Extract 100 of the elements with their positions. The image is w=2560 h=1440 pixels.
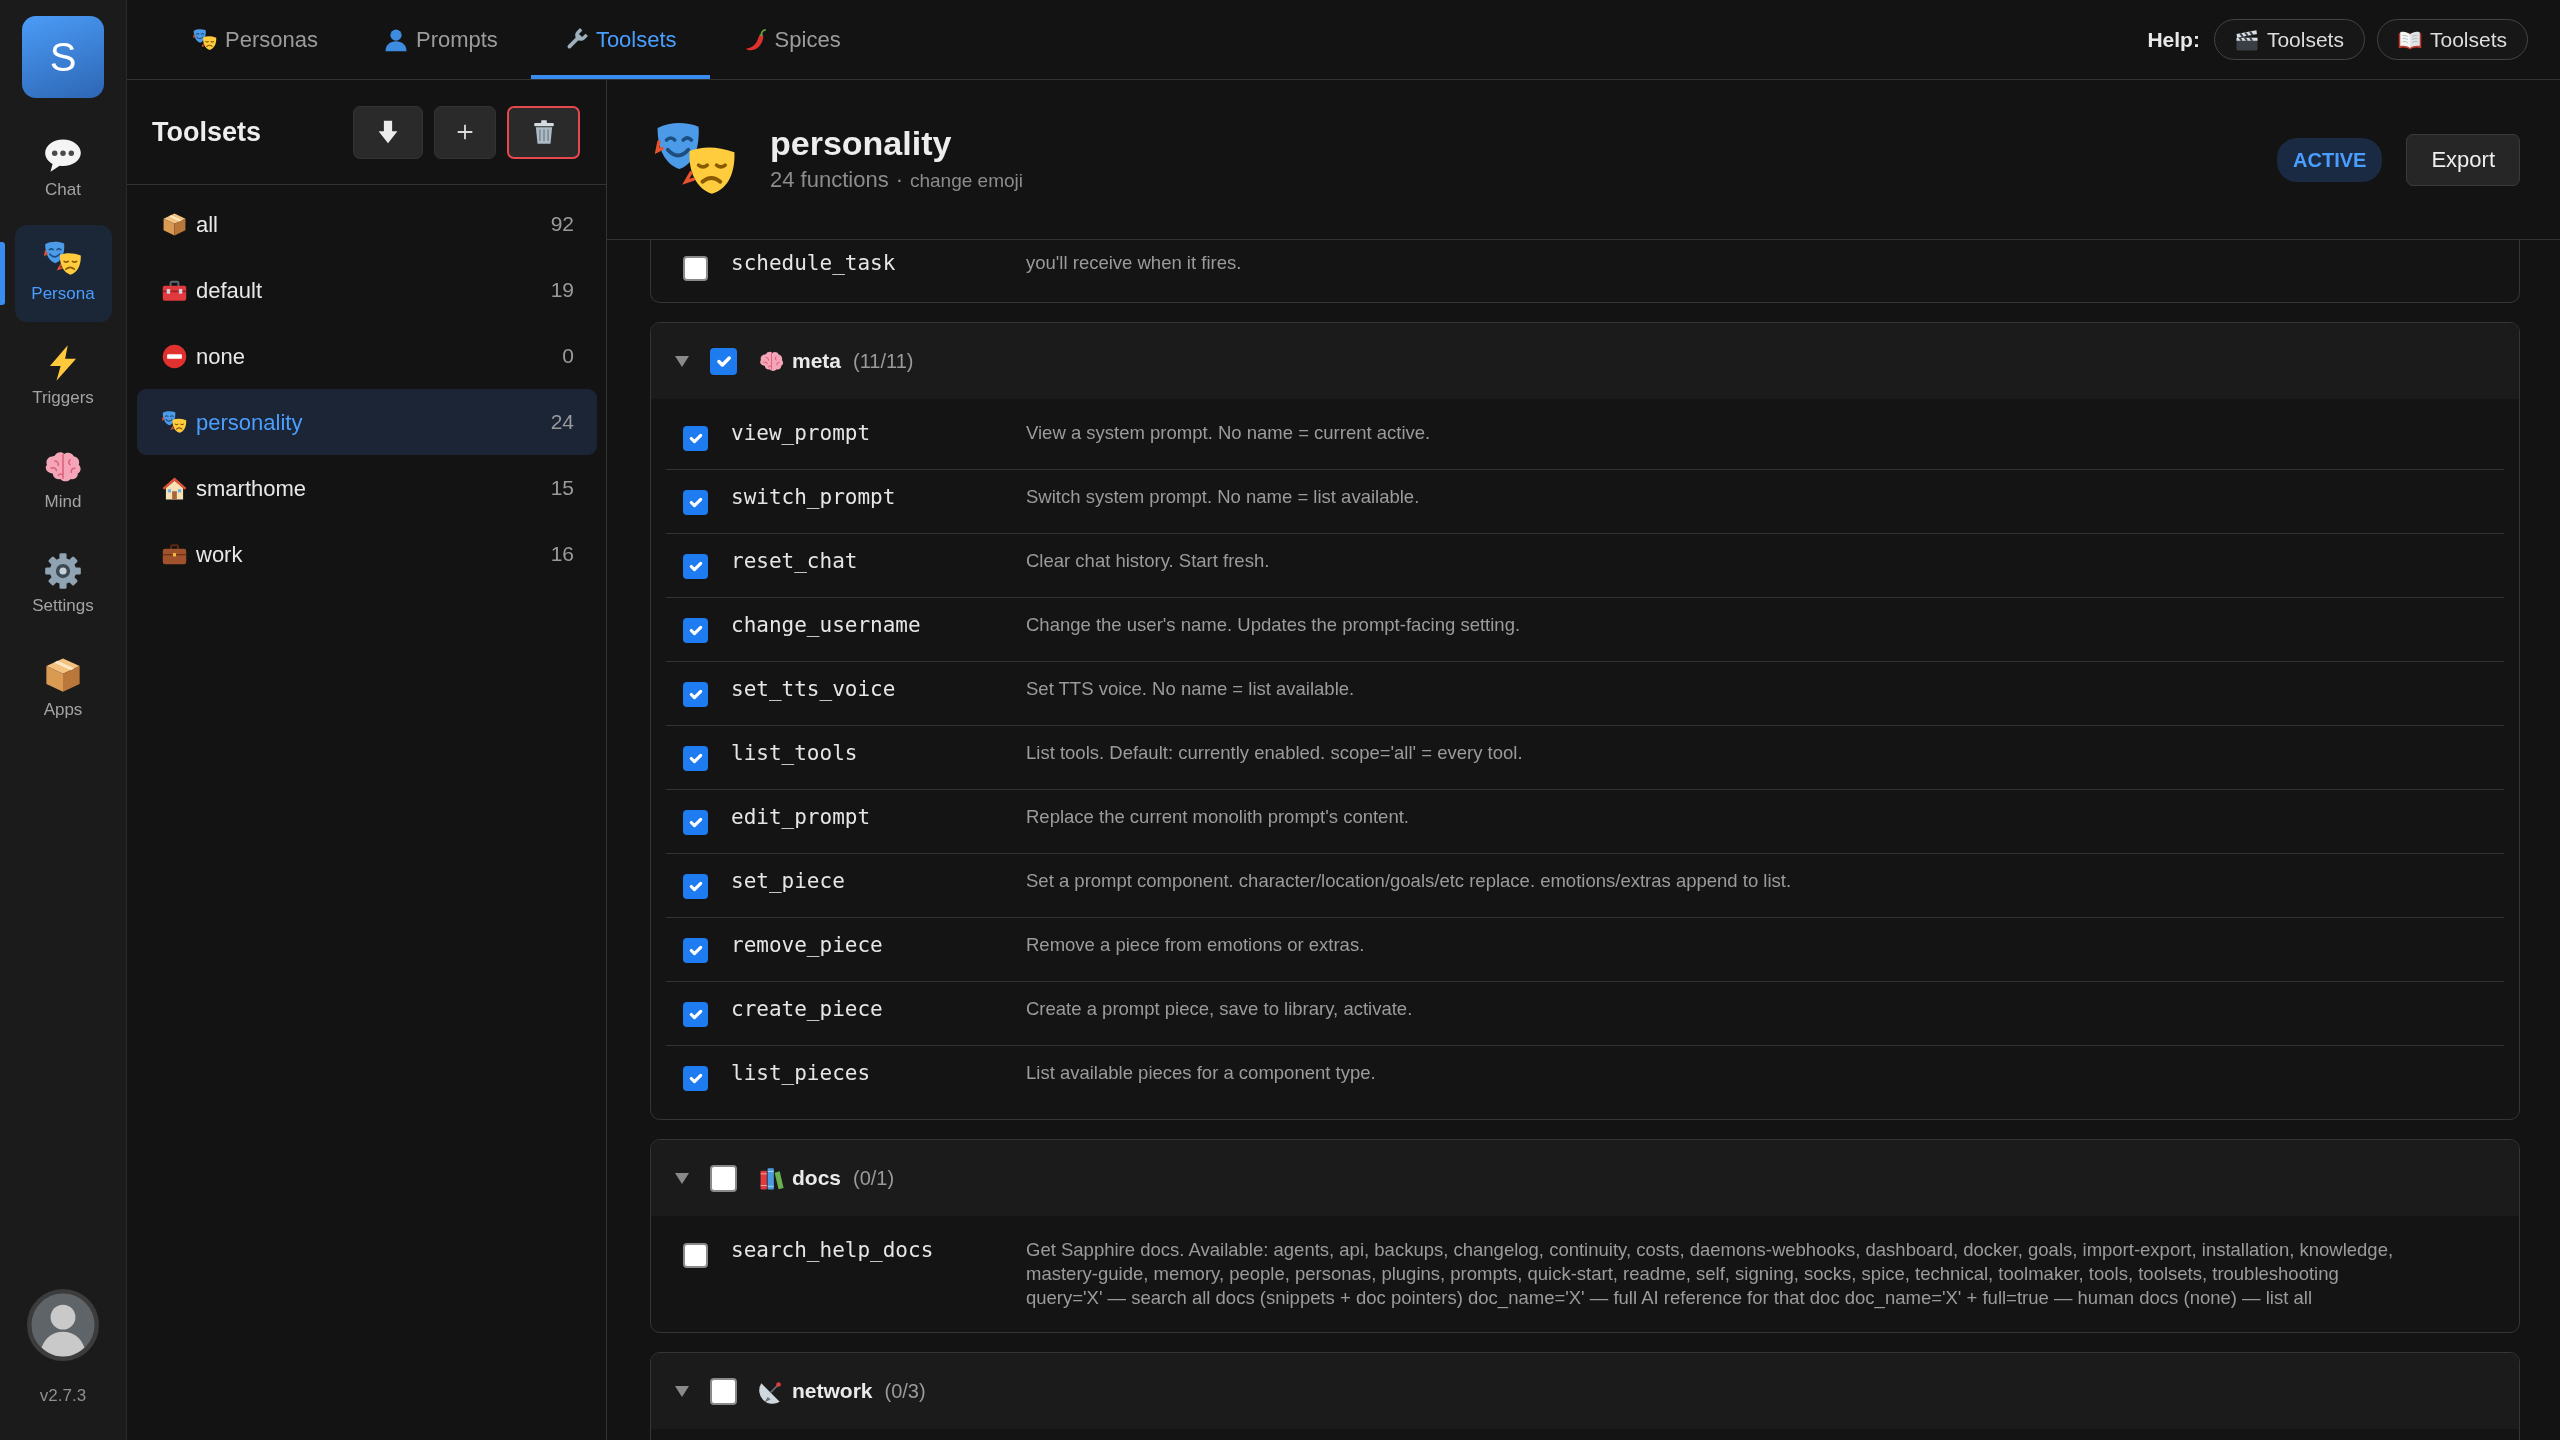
function-description: you'll receive when it fires. — [1026, 251, 1243, 275]
clapperboard-icon — [2234, 27, 2259, 52]
download-icon — [376, 120, 400, 144]
group-count: (0/1) — [853, 1166, 895, 1191]
group-name: docs — [792, 1165, 841, 1192]
function-description: Replace the current monolith prompt's content. — [1026, 805, 1410, 829]
item-count: 0 — [562, 343, 574, 370]
function-name: create_piece — [731, 996, 884, 1022]
nav-item[interactable]: Triggers — [14, 329, 112, 426]
group-name: meta — [792, 348, 842, 375]
checkbox[interactable] — [683, 426, 708, 451]
checkbox[interactable] — [683, 938, 708, 963]
nav-item[interactable]: Apps — [14, 641, 112, 738]
toolset-item[interactable]: smarthome 15 — [137, 455, 597, 521]
status-badge: ACTIVE — [2277, 137, 2383, 182]
separator: · — [895, 166, 903, 195]
tab[interactable]: Personas — [160, 0, 351, 79]
books-icon — [759, 1165, 784, 1191]
toolset-item[interactable]: none 0 — [137, 323, 597, 389]
function-description: Switch system prompt. No name = list available. — [1026, 485, 1421, 509]
checkbox[interactable] — [683, 874, 708, 899]
checkbox[interactable] — [683, 1066, 708, 1091]
toolset-item[interactable]: personality 24 — [137, 389, 597, 455]
function-description: List tools. Default: currently enabled. scope='all' = every tool. — [1026, 741, 1524, 765]
help-button[interactable]: Toolsets — [2376, 19, 2528, 60]
delete-button[interactable] — [507, 105, 580, 159]
caret-icon[interactable] — [674, 1170, 690, 1186]
nav-item[interactable]: Persona — [14, 225, 112, 322]
function-description: Remove a piece from emotions or extras. — [1026, 933, 1366, 957]
function-count: 24 functions — [770, 166, 889, 195]
function-description: Change the user's name. Updates the prompt-facing setting. — [1026, 613, 1522, 637]
function-name: schedule_task — [731, 250, 897, 276]
function-name: set_tts_voice — [731, 676, 897, 702]
toolset-item[interactable]: default 19 — [137, 257, 597, 323]
tab[interactable]: Spices — [709, 0, 874, 79]
plus-icon — [456, 123, 474, 141]
app-logo[interactable]: S — [22, 16, 104, 98]
active-indicator — [0, 242, 5, 305]
change-emoji-link[interactable]: change emoji — [909, 167, 1023, 196]
function-description: Create a prompt piece, save to library, activate. — [1026, 997, 1414, 1021]
nav-item[interactable]: Chat — [14, 121, 112, 218]
function-name: switch_prompt — [731, 484, 897, 510]
toolset-item[interactable]: work 16 — [137, 521, 597, 587]
export-button[interactable]: Export — [2406, 133, 2520, 186]
caret-icon[interactable] — [674, 1383, 690, 1399]
person-icon — [383, 27, 408, 52]
avatar[interactable] — [27, 1288, 99, 1361]
checkbox[interactable] — [683, 490, 708, 515]
item-count: 24 — [550, 409, 574, 436]
checkbox[interactable] — [683, 1002, 708, 1027]
checkbox[interactable] — [683, 554, 708, 579]
function-description: Set a prompt component. character/location/goals/etc replace. emotions/extras append to list. — [1026, 869, 1793, 893]
function-description: Get Sapphire docs. Available: agents, api, backups, changelog, continuity, costs, daemons-webhooks, dashboard, docker, goals, import-export, installation, knowledge, mastery-guide, memory, people, personas, plugins, prompts, quick-start, readme, self, signing, socks, spice, technical, toolmaker, tools, toolsets, troubleshooting query='X' — search all docs (snippets + doc pointers) doc_name='X' — full AI reference for that doc doc_name='X' + full=true — human docs (none) — list all — [1026, 1238, 2395, 1310]
item-count: 15 — [550, 475, 574, 502]
caret-icon[interactable] — [674, 353, 690, 369]
function-name: list_pieces — [731, 1060, 872, 1086]
checkbox[interactable] — [683, 746, 708, 771]
nav-item[interactable]: Mind — [14, 433, 112, 530]
item-count: 19 — [550, 277, 574, 304]
checkbox[interactable] — [683, 810, 708, 835]
masks-icon — [193, 27, 217, 52]
no-entry-icon — [162, 343, 187, 369]
toolset-item[interactable]: all 92 — [137, 191, 597, 257]
checkbox[interactable] — [710, 347, 737, 375]
function-name: set_piece — [731, 868, 846, 894]
help-button[interactable]: Toolsets — [2213, 19, 2365, 60]
checkbox[interactable] — [683, 256, 708, 281]
function-name: reset_chat — [731, 548, 859, 574]
panel-title: Toolsets — [152, 115, 261, 149]
checkbox[interactable] — [683, 618, 708, 643]
function-name: remove_piece — [731, 932, 884, 958]
checkbox[interactable] — [683, 1243, 708, 1268]
function-description: Clear chat history. Start fresh. — [1026, 549, 1271, 573]
masks-icon — [162, 409, 187, 435]
checkbox[interactable] — [683, 682, 708, 707]
briefcase-icon — [162, 541, 187, 567]
group-count: (11/11) — [853, 349, 914, 374]
toolset-title: personality — [770, 122, 953, 164]
group-count: (0/3) — [884, 1379, 926, 1404]
box-icon — [162, 211, 187, 237]
version-label: v2.7.3 — [39, 1384, 87, 1407]
function-name: view_prompt — [731, 420, 872, 446]
function-name: search_help_docs — [731, 1237, 935, 1263]
nav-item[interactable]: Settings — [14, 537, 112, 634]
function-description: List available pieces for a component type. — [1026, 1061, 1377, 1085]
function-name: edit_prompt — [731, 804, 872, 830]
checkbox[interactable] — [710, 1377, 737, 1405]
item-count: 92 — [550, 211, 574, 238]
house-icon — [162, 475, 187, 501]
function-name: list_tools — [731, 740, 859, 766]
item-count: 16 — [550, 541, 574, 568]
tab[interactable]: Prompts — [350, 0, 531, 79]
download-button[interactable] — [353, 105, 423, 159]
function-name: change_username — [731, 612, 922, 638]
function-description: Set TTS voice. No name = list available. — [1026, 677, 1356, 701]
gear-icon — [44, 552, 82, 591]
checkbox[interactable] — [710, 1164, 737, 1192]
group-name: network — [792, 1378, 873, 1405]
function-description: View a system prompt. No name = current active. — [1026, 421, 1432, 445]
tab[interactable]: Toolsets — [530, 0, 710, 79]
